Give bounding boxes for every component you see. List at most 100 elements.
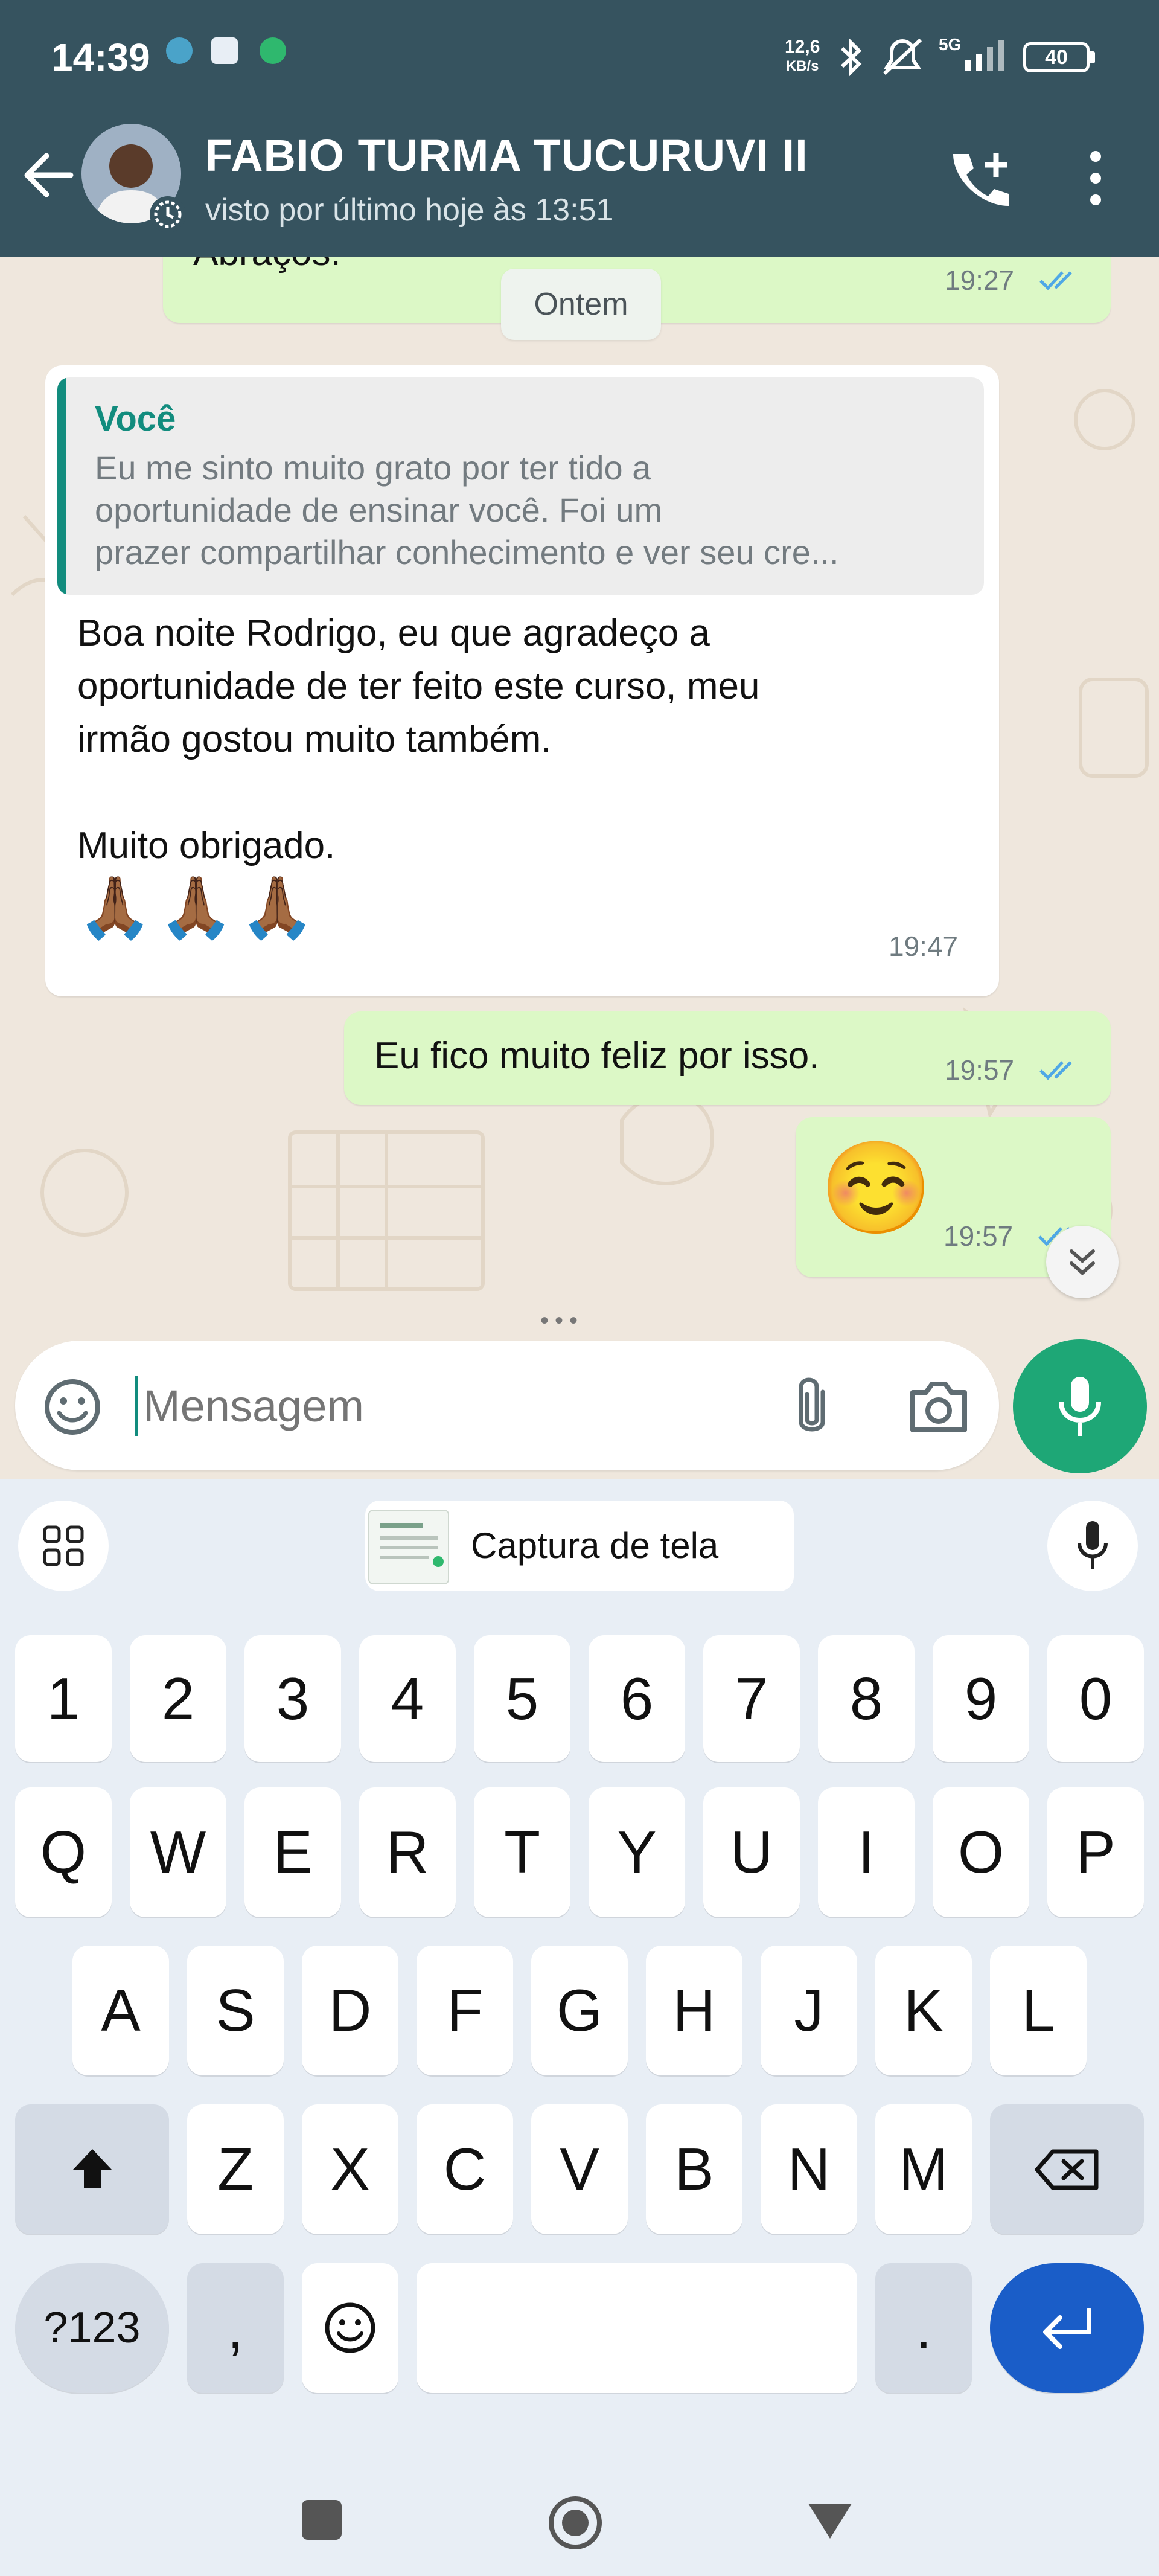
message-time: 19:47 [889,931,959,962]
enter-key[interactable] [990,2263,1144,2393]
key-7[interactable]: 7 [703,1635,800,1762]
key-h[interactable]: H [646,1946,742,2075]
message-text: Boa noite Rodrigo, eu que agradeço a opo… [77,612,760,867]
symbols-key[interactable]: ?123 [15,2263,169,2393]
keyboard: Captura de tela 1 2 3 4 5 6 7 8 9 0 Q W … [0,1479,1159,2576]
voice-message-button[interactable] [1013,1339,1147,1473]
screenshot-thumbnail [368,1510,449,1584]
text-caret [135,1376,138,1436]
key-a[interactable]: A [72,1946,169,2075]
key-4[interactable]: 4 [359,1635,456,1762]
net-speed-unit: KB/s [785,58,819,74]
message-time: 19:57 [945,1054,1015,1086]
quote-author: Você [95,399,176,438]
key-r[interactable]: R [359,1787,456,1917]
emoji-key[interactable] [302,2263,398,2393]
outgoing-message-bubble[interactable]: Eu fico muito feliz por isso. 19:57 [344,1011,1111,1105]
key-0[interactable]: 0 [1047,1635,1144,1762]
key-z[interactable]: Z [187,2104,284,2234]
status-time: 14:39 [51,36,150,79]
key-k[interactable]: K [875,1946,972,2075]
backspace-icon [1035,2149,1099,2190]
shield-notification-icon [211,37,238,64]
key-l[interactable]: L [990,1946,1087,2075]
key-m[interactable]: M [875,2104,972,2234]
key-x[interactable]: X [302,2104,398,2234]
message-time: 19:27 [945,264,1015,296]
space-key[interactable] [417,2263,857,2393]
key-6[interactable]: 6 [589,1635,685,1762]
chat-area[interactable]: Abraços. 19:27 Ontem Você Eu me sinto mu… [0,257,1159,1338]
emoji-icon[interactable] [42,1377,103,1437]
message-time: 19:57 [943,1220,1014,1252]
key-f[interactable]: F [417,1946,513,2075]
message-emoji: 🙏🏾🙏🏾🙏🏾 [77,874,321,941]
keyboard-voice-button[interactable] [1047,1501,1138,1591]
bluetooth-icon [840,37,862,77]
back-button[interactable] [806,2500,854,2542]
camera-icon[interactable] [905,1377,972,1437]
key-g[interactable]: G [531,1946,628,2075]
network-type: 5G [939,35,962,54]
home-button[interactable] [546,2494,604,2552]
key-o[interactable]: O [933,1787,1029,1917]
disappearing-timer-icon [150,196,186,232]
battery-nub [1090,51,1095,63]
scroll-to-bottom-button[interactable] [1046,1226,1119,1298]
read-ticks-icon [1039,271,1072,290]
contact-name[interactable]: FABIO TURMA TUCURUVI II [205,130,808,181]
message-input[interactable] [142,1371,778,1441]
key-y[interactable]: Y [589,1787,685,1917]
key-8[interactable]: 8 [818,1635,915,1762]
key-u[interactable]: U [703,1787,800,1917]
net-speed: 12,6 KB/s [785,37,820,76]
key-b[interactable]: B [646,2104,742,2234]
apps-grid-button[interactable] [18,1501,109,1591]
key-n[interactable]: N [761,2104,857,2234]
double-chevron-down-icon [1070,1249,1095,1276]
key-2[interactable]: 2 [130,1635,226,1762]
add-call-icon[interactable] [945,148,1011,208]
attach-icon[interactable] [788,1374,836,1440]
system-nav-bar [0,2440,1159,2576]
comma-key[interactable]: , [187,2263,284,2393]
key-c[interactable]: C [417,2104,513,2234]
key-i[interactable]: I [818,1787,915,1917]
shift-key[interactable] [15,2104,169,2234]
key-j[interactable]: J [761,1946,857,2075]
key-t[interactable]: T [474,1787,570,1917]
message-text: Eu fico muito feliz por isso. [374,1035,820,1077]
clipboard-suggestion-chip[interactable]: Captura de tela [365,1501,794,1591]
recents-button[interactable] [302,2500,342,2540]
backspace-key[interactable] [990,2104,1144,2234]
key-9[interactable]: 9 [933,1635,1029,1762]
chat-header: 14:39 12,6 KB/s 5G 40 FABIO TURMA TUCURU… [0,0,1159,257]
message-text: Abraços. [193,257,341,280]
microphone-icon [1078,1521,1108,1569]
message-input-bar [15,1341,999,1470]
key-d[interactable]: D [302,1946,398,2075]
quoted-message[interactable]: Você Eu me sinto muito grato por ter tid… [57,377,984,595]
key-e[interactable]: E [244,1787,341,1917]
read-ticks-icon [1039,1061,1072,1080]
key-s[interactable]: S [187,1946,284,2075]
emoji-icon [325,2302,375,2353]
last-seen: visto por último hoje às 13:51 [205,193,614,228]
date-divider: Ontem [501,269,661,340]
battery-level: 40 [1045,46,1068,69]
key-1[interactable]: 1 [15,1635,112,1762]
key-w[interactable]: W [130,1787,226,1917]
app-notification-icon [166,37,193,64]
battery-icon: 40 [1023,42,1090,72]
key-v[interactable]: V [531,2104,628,2234]
back-arrow-icon[interactable] [21,151,75,199]
key-p[interactable]: P [1047,1787,1144,1917]
key-q[interactable]: Q [15,1787,112,1917]
chat-notification-icon [260,37,286,64]
period-key[interactable]: . [875,2263,972,2393]
net-speed-value: 12,6 [785,37,820,57]
more-options-icon[interactable] [1084,148,1108,208]
key-5[interactable]: 5 [474,1635,570,1762]
key-3[interactable]: 3 [244,1635,341,1762]
microphone-icon [1059,1377,1101,1436]
